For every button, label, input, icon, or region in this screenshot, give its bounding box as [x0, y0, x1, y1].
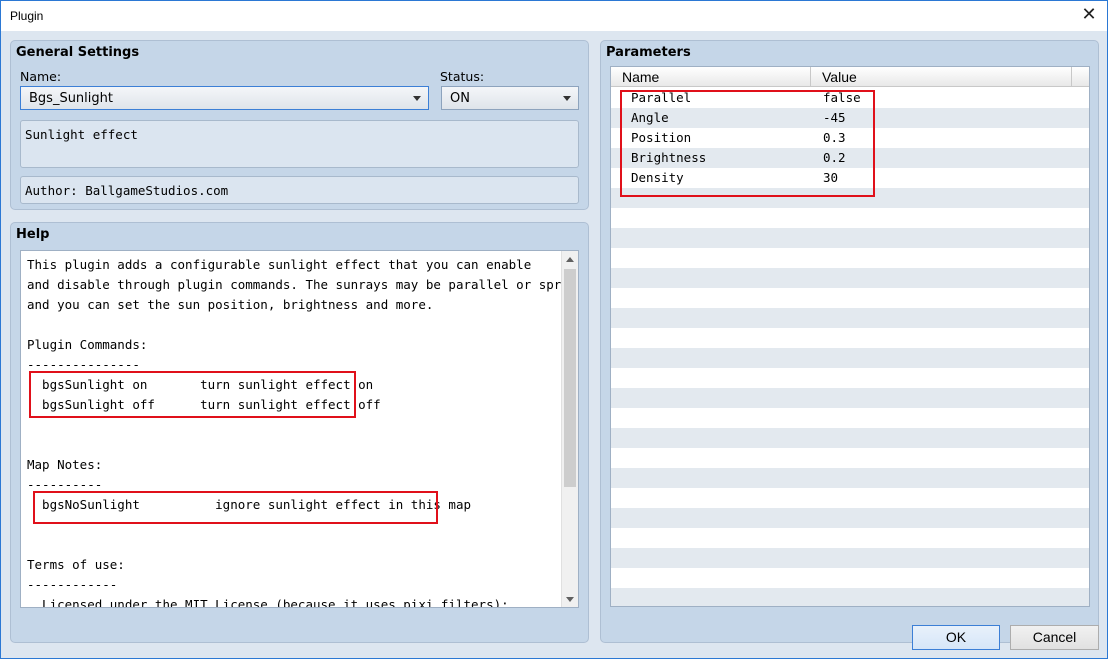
ok-button[interactable]: OK [912, 625, 1000, 650]
title-bar: Plugin ✕ [1, 1, 1107, 31]
empty-row [611, 348, 1089, 368]
empty-row [611, 308, 1089, 328]
help-line: Plugin Commands: [27, 337, 148, 352]
plugin-dialog: Plugin ✕ General Settings Name: Bgs_Sunl… [0, 0, 1108, 659]
grid-header: Name Value [611, 67, 1089, 87]
parameters-grid[interactable]: Name Value Parallel false Angle -45 Posi… [610, 66, 1090, 607]
empty-row [611, 228, 1089, 248]
help-line: Map Notes: [27, 457, 103, 472]
empty-row [611, 548, 1089, 568]
help-line: ---------- [27, 477, 103, 492]
commands-highlight-box [29, 371, 356, 418]
dialog-client: General Settings Name: Bgs_Sunlight Stat… [1, 31, 1107, 658]
parameters-panel: Parameters Name Value Parallel false Ang… [600, 40, 1099, 643]
name-dropdown[interactable]: Bgs_Sunlight [20, 86, 429, 110]
close-icon[interactable]: ✕ [1079, 5, 1099, 25]
notes-highlight-box [33, 491, 438, 524]
description-field[interactable]: Sunlight effect [20, 120, 579, 168]
name-value: Bgs_Sunlight [29, 91, 113, 106]
general-settings-title: General Settings [16, 45, 140, 60]
help-title: Help [16, 227, 50, 242]
author-text: Author: BallgameStudios.com [25, 183, 229, 198]
empty-row [611, 268, 1089, 288]
scroll-up-button[interactable] [562, 251, 578, 267]
status-label: Status: [440, 69, 485, 84]
status-value: ON [450, 91, 470, 106]
help-line: and you can set the sun position, bright… [27, 297, 434, 312]
help-line: This plugin adds a configurable sunlight… [27, 257, 532, 272]
scroll-thumb[interactable] [564, 269, 576, 487]
author-field[interactable]: Author: BallgameStudios.com [20, 176, 579, 204]
window-title: Plugin [10, 9, 44, 23]
help-line: and disable through plugin commands. The… [27, 277, 579, 292]
column-header-name[interactable]: Name [611, 67, 811, 87]
chevron-down-icon [413, 96, 421, 101]
help-textbox[interactable]: This plugin adds a configurable sunlight… [20, 250, 579, 608]
empty-row [611, 588, 1089, 606]
chevron-down-icon [563, 96, 571, 101]
name-label: Name: [20, 69, 62, 84]
arrow-up-icon [566, 257, 574, 262]
help-line: Terms of use: [27, 557, 125, 572]
help-scrollbar[interactable] [561, 251, 578, 607]
parameters-highlight-box [620, 90, 875, 197]
help-panel: Help This plugin adds a configurable sun… [10, 222, 589, 643]
empty-row [611, 428, 1089, 448]
empty-row [611, 388, 1089, 408]
parameters-title: Parameters [606, 45, 691, 60]
help-line: Licensed under the MIT License (because … [27, 597, 509, 608]
empty-row [611, 468, 1089, 488]
status-dropdown[interactable]: ON [441, 86, 579, 110]
cancel-button[interactable]: Cancel [1010, 625, 1099, 650]
empty-row [611, 508, 1089, 528]
arrow-down-icon [566, 597, 574, 602]
column-header-value[interactable]: Value [811, 67, 1072, 87]
help-line: --------------- [27, 357, 140, 372]
description-text: Sunlight effect [25, 127, 138, 142]
scroll-down-button[interactable] [562, 591, 578, 607]
help-line: ------------ [27, 577, 118, 592]
general-settings-panel: General Settings Name: Bgs_Sunlight Stat… [10, 40, 589, 210]
